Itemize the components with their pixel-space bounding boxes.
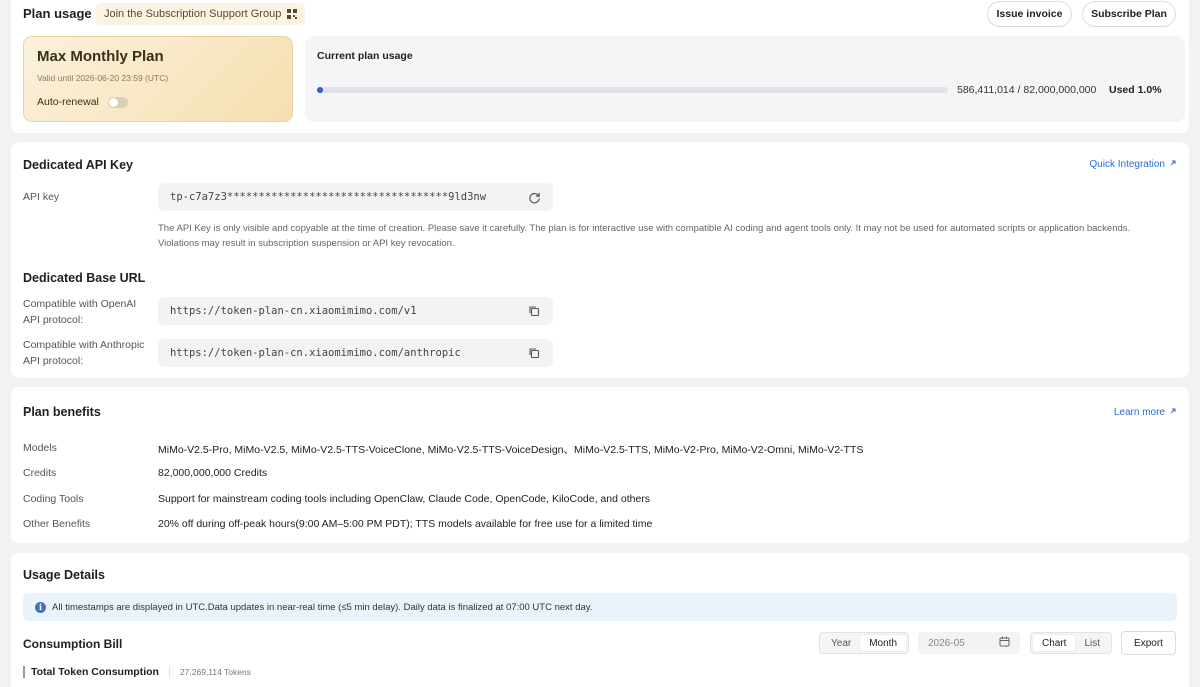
- auto-renewal-row: Auto-renewal: [37, 96, 128, 108]
- benefit-label-other: Other Benefits: [23, 518, 91, 530]
- plan-usage-title: Plan usage: [23, 6, 92, 21]
- anthropic-protocol-label: Compatible with Anthropic API protocol:: [23, 339, 145, 367]
- plan-usage-section: Plan usage Join the Subscription Support…: [11, 0, 1189, 133]
- usage-panel: Current plan usage 586,411,014 / 82,000,…: [305, 36, 1185, 122]
- subscribe-plan-button[interactable]: Subscribe Plan: [1082, 1, 1176, 27]
- base-url-title: Dedicated Base URL: [23, 271, 146, 285]
- used-percent: Used 1.0%: [1109, 84, 1162, 96]
- learn-more-label: Learn more: [1113, 407, 1165, 418]
- date-picker[interactable]: 2026-05: [918, 632, 1020, 654]
- usage-details-section: Usage Details i All timestamps are displ…: [11, 553, 1189, 687]
- support-group-label: Join the Subscription Support Group: [104, 8, 282, 20]
- external-link-icon: [1169, 159, 1177, 170]
- copy-icon[interactable]: [527, 304, 541, 318]
- usage-progress-fill: [317, 87, 324, 93]
- anthropic-url-field[interactable]: https://token-plan-cn.xiaomimimo.com/ant…: [158, 339, 553, 367]
- api-key-note: The API Key is only visible and copyable…: [158, 223, 1131, 249]
- qr-code-icon: [287, 9, 298, 19]
- current-usage-label: Current plan usage: [317, 50, 413, 62]
- benefit-label-credits: Credits: [23, 467, 57, 479]
- quick-integration-link[interactable]: Quick Integration: [1089, 159, 1177, 170]
- auto-renewal-toggle[interactable]: [107, 96, 128, 108]
- view-list-option[interactable]: List: [1075, 635, 1109, 651]
- learn-more-link[interactable]: Learn more: [1114, 407, 1177, 418]
- issue-invoice-button[interactable]: Issue invoice: [987, 1, 1072, 27]
- external-link-icon: [1169, 407, 1177, 418]
- quick-integration-label: Quick Integration: [1089, 159, 1165, 170]
- total-token-value: 27,269,114 Tokens: [179, 667, 251, 677]
- total-token-label: Total Token Consumption: [31, 666, 159, 678]
- usage-progress-bar: [317, 87, 948, 93]
- plan-card: Max Monthly Plan Valid until 2026-06-20 …: [23, 36, 293, 122]
- benefit-value-models: MiMo-V2.5-Pro, MiMo-V2.5, MiMo-V2.5-TTS-…: [158, 444, 864, 456]
- divider: [168, 667, 170, 677]
- api-key-value: tp-c7a7z3*******************************…: [170, 191, 487, 203]
- calendar-icon: [999, 636, 1010, 650]
- benefit-value-credits: 82,000,000,000 Credits: [158, 467, 268, 479]
- view-toggle: Chart List: [1030, 632, 1113, 654]
- benefit-value-other: 20% off during off-peak hours(9:00 AM–5:…: [158, 518, 653, 530]
- usage-numbers: 586,411,014 / 82,000,000,000: [957, 84, 1097, 96]
- info-text: All timestamps are displayed in UTC.Data…: [52, 601, 593, 613]
- support-group-link[interactable]: Join the Subscription Support Group: [96, 3, 306, 25]
- plan-valid-until: Valid until 2026-06-20 23:59 (UTC): [37, 73, 169, 83]
- benefit-label-coding-tools: Coding Tools: [23, 493, 84, 505]
- info-icon: i: [35, 601, 46, 613]
- anthropic-url-value: https://token-plan-cn.xiaomimimo.com/ant…: [170, 347, 461, 359]
- copy-icon[interactable]: [527, 346, 541, 360]
- auto-renewal-label: Auto-renewal: [37, 96, 99, 108]
- period-month-option[interactable]: Month: [860, 635, 907, 651]
- view-chart-option[interactable]: Chart: [1033, 635, 1076, 651]
- plan-name: Max Monthly Plan: [37, 48, 164, 65]
- benefit-value-coding-tools: Support for mainstream coding tools incl…: [158, 493, 651, 505]
- usage-details-title: Usage Details: [23, 568, 105, 582]
- api-key-section: Dedicated API Key Quick Integration API …: [11, 142, 1189, 378]
- plan-benefits-section: Plan benefits Learn more Models MiMo-V2.…: [11, 387, 1189, 543]
- section-marker: [23, 666, 25, 678]
- api-key-field[interactable]: tp-c7a7z3*******************************…: [158, 183, 553, 211]
- period-toggle: Year Month: [819, 632, 910, 654]
- benefit-label-models: Models: [23, 442, 57, 454]
- openai-url-field[interactable]: https://token-plan-cn.xiaomimimo.com/v1: [158, 297, 553, 325]
- export-button[interactable]: Export: [1121, 631, 1176, 655]
- period-year-option[interactable]: Year: [822, 635, 860, 651]
- api-key-label: API key: [23, 191, 60, 203]
- date-value: 2026-05: [928, 637, 965, 649]
- openai-protocol-label: Compatible with OpenAI API protocol:: [23, 298, 137, 326]
- info-banner: i All timestamps are displayed in UTC.Da…: [23, 593, 1177, 621]
- consumption-bill-title: Consumption Bill: [23, 637, 123, 651]
- total-token-consumption: Total Token Consumption 27,269,114 Token…: [23, 666, 251, 678]
- plan-benefits-title: Plan benefits: [23, 405, 101, 419]
- openai-url-value: https://token-plan-cn.xiaomimimo.com/v1: [170, 305, 417, 317]
- refresh-icon[interactable]: [527, 190, 541, 204]
- api-key-title: Dedicated API Key: [23, 158, 133, 172]
